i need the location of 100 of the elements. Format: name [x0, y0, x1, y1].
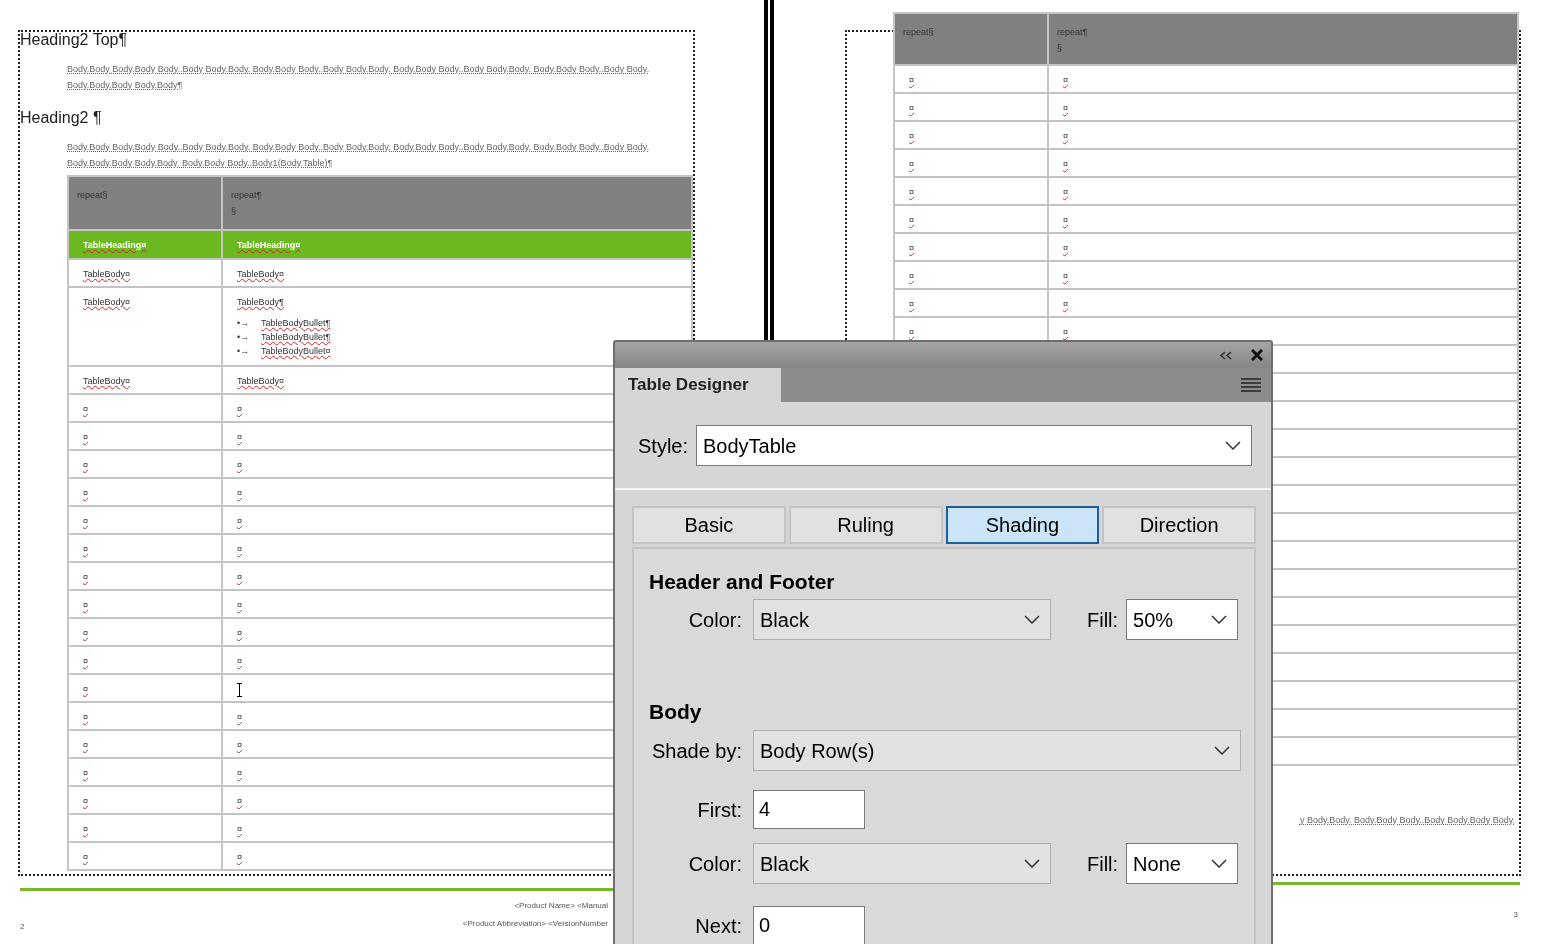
- cell-text: TableBody¤: [83, 296, 131, 308]
- tab[interactable]: Shading: [945, 506, 1100, 544]
- cell-text: ¤: [237, 487, 242, 499]
- cell-text: ¤: [83, 683, 88, 695]
- cell-text: ¤: [909, 102, 914, 114]
- close-icon[interactable]: [1251, 349, 1263, 361]
- chevron-down-icon: [1214, 746, 1230, 755]
- field-label: Style:: [638, 433, 689, 459]
- cell-text: ¤: [909, 74, 914, 86]
- header-text: §: [1057, 42, 1063, 55]
- footer-text: <Product Abbreviation> <VersionNumber: [462, 918, 608, 930]
- tab[interactable]: Direction: [1102, 506, 1256, 544]
- cell-text: ¤: [83, 767, 88, 779]
- cell-text: ¤: [237, 403, 242, 415]
- cell-text: TableBodyBullet¶: [261, 331, 331, 344]
- cell-text: ¤: [1063, 326, 1068, 338]
- cell-text: ¤: [83, 431, 88, 443]
- cell-text: ¤: [237, 795, 242, 807]
- page-number: 3: [1513, 909, 1518, 921]
- cell-text: ¤: [237, 851, 242, 863]
- cell-text: ¤: [1063, 214, 1068, 226]
- field-label: Color:: [687, 851, 742, 877]
- cell-text: ¤: [83, 599, 88, 611]
- header-text: repeat§: [903, 26, 935, 39]
- heading: Heading2 Top¶: [20, 30, 129, 50]
- input-field[interactable]: 0: [753, 906, 865, 944]
- cell-text: ¤: [909, 186, 914, 198]
- dropdown[interactable]: None: [1126, 843, 1239, 884]
- cell-text: ¤: [83, 795, 88, 807]
- page-number: 2: [20, 921, 25, 933]
- cell-text: ¤: [1063, 130, 1068, 142]
- tab[interactable]: Basic: [632, 506, 786, 544]
- cell-text: ¤: [237, 627, 242, 639]
- cell-text: ¤: [83, 627, 88, 639]
- cell-text: ¤: [237, 599, 242, 611]
- cell-text: ¤: [1063, 158, 1068, 170]
- chevron-down-icon: [1225, 441, 1242, 450]
- tab[interactable]: Ruling: [788, 506, 943, 544]
- cell-text: ¤: [237, 655, 242, 667]
- cell-text: ¤: [909, 130, 914, 142]
- cell-text: ¤: [237, 571, 242, 583]
- dropdown[interactable]: 50%: [1126, 599, 1239, 640]
- bullet-marker: •→: [237, 345, 251, 358]
- chevron-down-icon: [1211, 859, 1228, 868]
- cell-text: ¤: [237, 823, 242, 835]
- body-paragraph: Body.Body Body.Body Body..Body Body.Body. Body.Body Body..Body Body.Body. Body.Body Body..Body Body.Body. Body.Body Body..Body Body. Body.Body.Body Body.Body¶: [67, 63, 651, 92]
- cell-text: ¤: [1063, 242, 1068, 254]
- cell-text: ¤: [909, 214, 914, 226]
- cell-text: ¤: [237, 431, 242, 443]
- cell-text: TableBody¤: [237, 375, 285, 387]
- cell-text: ¤: [237, 711, 242, 723]
- dropdown[interactable]: BodyTable: [696, 425, 1253, 466]
- cell-text: TableBodyBullet¤: [261, 345, 331, 358]
- cell-text: ¤: [83, 487, 88, 499]
- cell-text: ¤: [83, 711, 88, 723]
- cell-text: ¤: [909, 270, 914, 282]
- input-field[interactable]: 4: [753, 790, 865, 829]
- header-text: repeat§: [77, 189, 109, 202]
- cell-text: TableBody¶: [237, 296, 284, 308]
- cell-text: ¤: [83, 459, 88, 471]
- bullet-marker: •→: [237, 317, 251, 330]
- field-label: Next:: [694, 913, 742, 939]
- cell-text: ¤: [909, 242, 914, 254]
- header-text: repeat¶: [231, 189, 263, 202]
- cell-text: ¤: [83, 571, 88, 583]
- cell-text: TableBody¤: [83, 268, 131, 280]
- footer-text: <Product Name> <Manual: [514, 900, 608, 912]
- cell-text: ¤: [237, 459, 242, 471]
- cell-text: ¤: [909, 326, 914, 338]
- dropdown[interactable]: Body Row(s): [753, 730, 1241, 771]
- header-text: repeat¶: [1057, 26, 1089, 39]
- cell-text: ¤: [1063, 74, 1068, 86]
- chevron-down-icon: [1211, 615, 1228, 624]
- dropdown[interactable]: Black: [753, 599, 1051, 640]
- cell-text: ¤: [83, 823, 88, 835]
- cell-text: TableBody¤: [237, 268, 285, 280]
- panel-tab[interactable]: Table Designer: [615, 368, 781, 402]
- cell-text: ¤: [83, 739, 88, 751]
- header-text: §: [231, 205, 237, 218]
- heading: Heading2 ¶: [20, 108, 103, 128]
- body-paragraph: Body.Body Body.Body Body..Body Body.Body. Body.Body Body..Body Body.Body. Body.Body Body..Body Body.Body. Body.Body Body..Body Body. Body.Body.Body Body.Body. Body.Body Body..Body1(Body.Table)¶: [67, 141, 651, 170]
- cell-text: ¤: [237, 739, 242, 751]
- field-label: Fill:: [1087, 851, 1119, 877]
- dropdown[interactable]: Black: [753, 843, 1051, 884]
- section-title: Body: [649, 699, 703, 725]
- field-label: Color:: [687, 607, 742, 633]
- cell-text: TableHeading¤: [237, 239, 301, 251]
- cell-text: ¤: [83, 543, 88, 555]
- chevron-down-icon: [1024, 859, 1040, 868]
- cell-text: TableBodyBullet¶: [261, 317, 331, 330]
- menu-icon[interactable]: [1241, 378, 1261, 392]
- section-title: Header and Footer: [649, 569, 836, 595]
- cell-text: TableBody¤: [83, 375, 131, 387]
- cell-text: ¤: [237, 543, 242, 555]
- cell-text: ¤: [83, 515, 88, 527]
- chevron-down-icon: [1024, 615, 1040, 624]
- body-paragraph: y Body.Body. Body.Body Body..Body Body.Body Body.: [1299, 814, 1515, 827]
- cell-text: ¤: [1063, 270, 1068, 282]
- cell-text: ¤: [83, 655, 88, 667]
- collapse-icon[interactable]: [1219, 350, 1233, 360]
